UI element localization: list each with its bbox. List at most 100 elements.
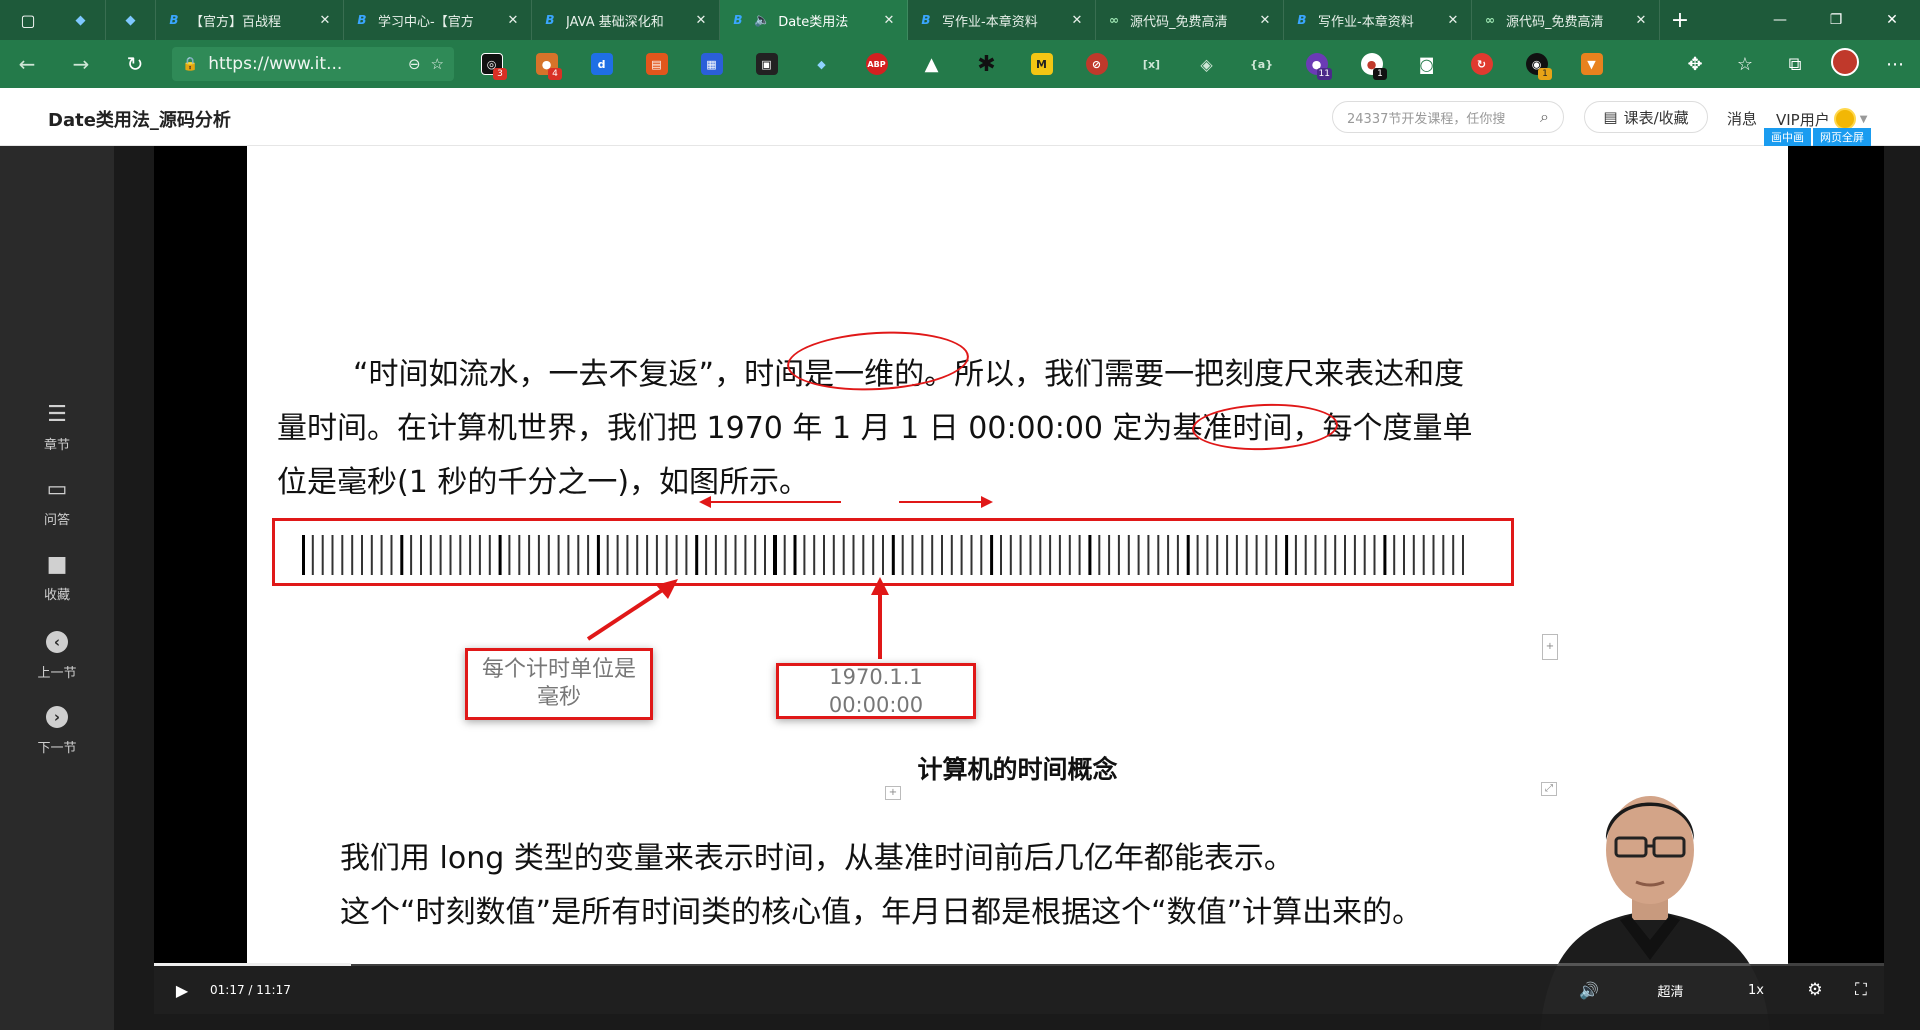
more-menu-icon[interactable]: ⋯: [1870, 54, 1920, 75]
ruler-tick: [302, 535, 305, 575]
close-tab-icon[interactable]: ✕: [693, 13, 709, 28]
close-tab-icon[interactable]: ✕: [1069, 13, 1085, 28]
ruler-tick: [361, 535, 363, 575]
ruler-tick: [636, 535, 639, 575]
browser-tab[interactable]: ∞ 源代码_免费高清 ✕: [1472, 0, 1660, 40]
course-schedule-button[interactable]: ▤ 课表/收藏: [1584, 101, 1708, 133]
close-tab-icon[interactable]: ✕: [317, 13, 333, 28]
volume-icon[interactable]: 🔊: [1569, 981, 1609, 1000]
pinned-tab-2[interactable]: ◆: [106, 0, 156, 40]
forward-button[interactable]: →: [54, 40, 108, 88]
play-icon[interactable]: ▶: [154, 981, 210, 1000]
address-bar[interactable]: 🔒 https://www.it... ⊖ ☆: [172, 47, 454, 81]
qa-icon: ▭: [46, 476, 68, 502]
extension-button[interactable]: ◆: [794, 40, 849, 88]
browser-tab[interactable]: B 写作业-本章资料 ✕: [1284, 0, 1472, 40]
close-tab-icon[interactable]: ✕: [505, 13, 521, 28]
picture-in-picture-button[interactable]: 画中画: [1764, 128, 1811, 146]
lock-icon[interactable]: 🔒: [182, 57, 198, 72]
restore-icon[interactable]: ❐: [1808, 0, 1864, 40]
sidebar-item-prev[interactable]: ‹ 上一节: [0, 628, 114, 681]
extension-icon: [x]: [1142, 57, 1161, 71]
ruler-tick: [705, 535, 708, 575]
extension-button[interactable]: ▲: [904, 40, 959, 88]
browser-tab-active[interactable]: B 🔈 Date类用法 ✕: [720, 0, 908, 40]
tab-title: JAVA 基础深化和: [566, 14, 664, 30]
extension-button[interactable]: ▣: [739, 40, 794, 88]
extension-button[interactable]: ▦: [684, 40, 739, 88]
browser-tab[interactable]: B 学习中心-【官方 ✕: [344, 0, 532, 40]
extension-button[interactable]: ◈: [1179, 40, 1234, 88]
extension-icon: {a}: [1249, 57, 1274, 71]
close-tab-icon[interactable]: ✕: [1633, 13, 1649, 28]
profile-avatar[interactable]: [1820, 47, 1870, 81]
tab-title: 源代码_免费高清: [1130, 14, 1228, 30]
speed-selector[interactable]: 1x: [1736, 983, 1776, 998]
extension-icon: ◈: [1200, 54, 1213, 74]
extension-button[interactable]: {a}: [1234, 40, 1289, 88]
sidebar-item-next[interactable]: › 下一节: [0, 703, 114, 756]
new-tab-button[interactable]: +: [1660, 8, 1700, 33]
ruler-tick: [1324, 535, 1327, 575]
quality-selector[interactable]: 超清: [1623, 981, 1718, 1000]
minimize-icon[interactable]: —: [1752, 0, 1808, 40]
browser-tab[interactable]: ∞ 源代码_免费高清 ✕: [1096, 0, 1284, 40]
url-text[interactable]: https://www.it...: [208, 54, 398, 74]
vip-user-menu[interactable]: VIP用户 ▼: [1776, 108, 1867, 130]
extension-button[interactable]: ◙: [1399, 40, 1454, 88]
web-fullscreen-button[interactable]: 网页全屏: [1813, 128, 1871, 146]
course-button-label: 课表/收藏: [1623, 108, 1689, 127]
sidebar-item-qa[interactable]: ▭ 问答: [0, 475, 114, 529]
extensions-puzzle-icon[interactable]: ✥: [1670, 54, 1720, 75]
resize-handle-icon[interactable]: +: [1542, 634, 1558, 660]
search-input[interactable]: 24337节开发课程，任你搜 ⌕: [1332, 101, 1564, 133]
close-window-icon[interactable]: ✕: [1864, 0, 1920, 40]
browser-tab[interactable]: B 写作业-本章资料 ✕: [908, 0, 1096, 40]
browser-tab-bar: ▢ ◆ ◆ B 【官方】百战程 ✕ B 学习中心-【官方 ✕ B JAVA 基础深化和 ✕ …: [0, 0, 1920, 40]
favorite-star-icon[interactable]: ☆: [431, 55, 444, 73]
extension-button[interactable]: ABP: [849, 40, 904, 88]
ruler-tick: [931, 535, 934, 575]
extension-icon: ◆: [817, 57, 826, 71]
extension-button[interactable]: ● 11: [1289, 40, 1344, 88]
extension-button[interactable]: ▤: [629, 40, 684, 88]
ruler-tick: [1108, 535, 1111, 575]
extension-button[interactable]: ✱: [959, 40, 1014, 88]
close-tab-icon[interactable]: ✕: [1257, 13, 1273, 28]
extension-button[interactable]: ↻: [1454, 40, 1509, 88]
diamond-icon: ◆: [75, 12, 86, 28]
extension-button[interactable]: ● 4: [519, 40, 574, 88]
extension-button[interactable]: ▼: [1564, 40, 1619, 88]
messages-link[interactable]: 消息: [1727, 108, 1757, 129]
speaker-icon[interactable]: 🔈: [754, 13, 770, 28]
close-tab-icon[interactable]: ✕: [1445, 13, 1461, 28]
extension-button[interactable]: d: [574, 40, 629, 88]
close-tab-icon[interactable]: ✕: [881, 13, 897, 28]
ruler-tick: [449, 535, 452, 575]
browser-tab[interactable]: B JAVA 基础深化和 ✕: [532, 0, 720, 40]
site-favicon-icon: B: [1297, 13, 1307, 27]
back-button[interactable]: ←: [0, 40, 54, 88]
extension-button[interactable]: ⊘: [1069, 40, 1124, 88]
extension-button[interactable]: ● 1: [1344, 40, 1399, 88]
fullscreen-icon[interactable]: ⛶: [1838, 980, 1884, 1000]
extension-button[interactable]: M: [1014, 40, 1069, 88]
workspaces-icon[interactable]: ▢: [0, 0, 56, 40]
ruler-tick: [1452, 535, 1455, 575]
favorites-icon[interactable]: ☆: [1720, 54, 1770, 75]
collections-icon[interactable]: ⧉: [1770, 54, 1820, 75]
add-block-icon[interactable]: +: [885, 786, 901, 800]
sidebar-item-bookmark[interactable]: ■ 收藏: [0, 550, 114, 604]
list-icon: ▤: [1603, 108, 1618, 126]
pinned-tab-1[interactable]: ◆: [56, 0, 106, 40]
refresh-button[interactable]: ↻: [108, 40, 162, 88]
ruler-tick: [459, 535, 462, 575]
browser-tab[interactable]: B 【官方】百战程 ✕: [156, 0, 344, 40]
extension-button[interactable]: ◉ 1: [1509, 40, 1564, 88]
zoom-icon[interactable]: ⊖: [408, 55, 421, 73]
search-icon[interactable]: ⌕: [1540, 107, 1549, 127]
extension-button[interactable]: ◎ 3: [464, 40, 519, 88]
settings-gear-icon[interactable]: ⚙: [1792, 980, 1838, 1000]
sidebar-item-chapters[interactable]: ☰ 章节: [0, 400, 114, 454]
extension-button[interactable]: [x]: [1124, 40, 1179, 88]
